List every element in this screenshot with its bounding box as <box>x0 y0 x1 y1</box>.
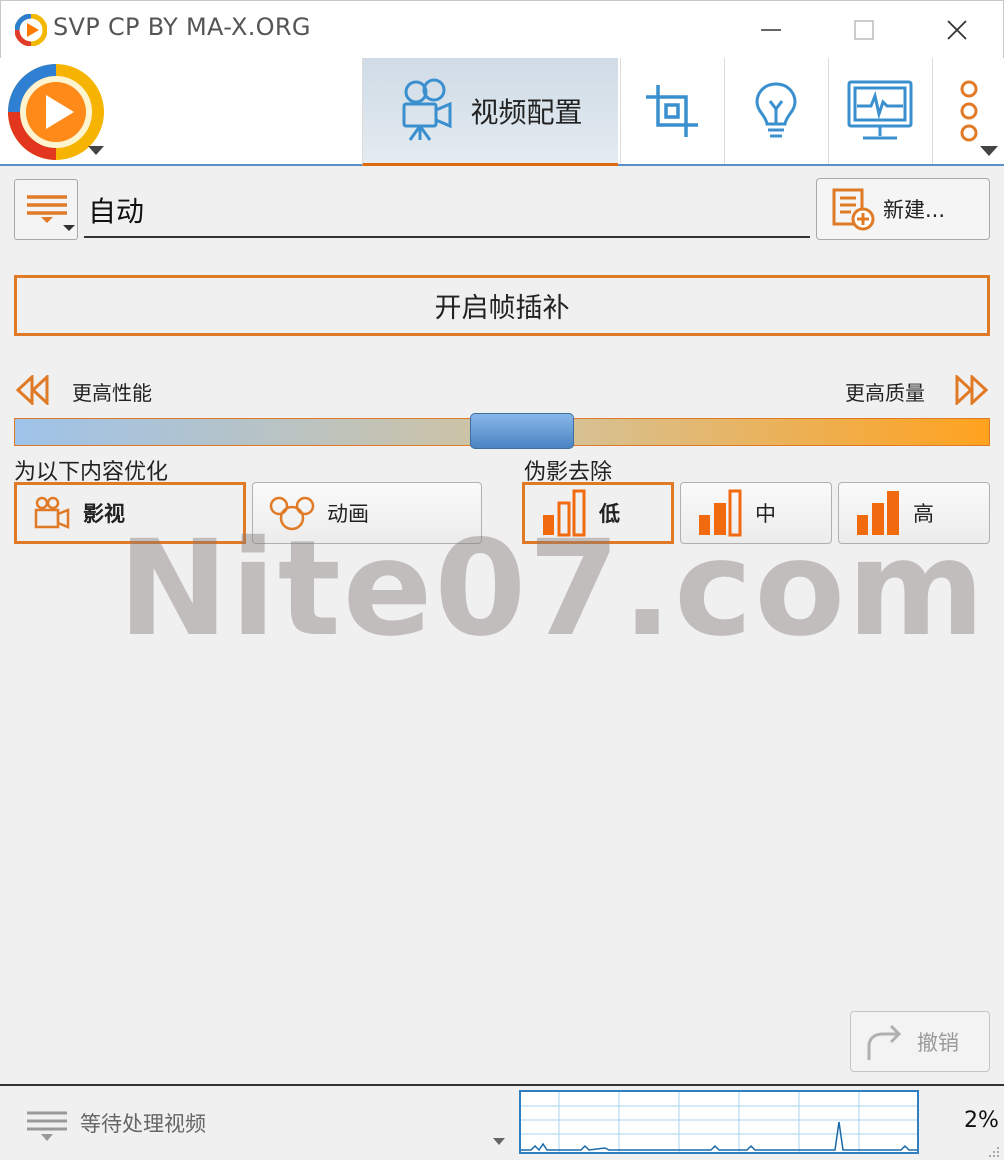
performance-label: 更高性能 <box>72 381 152 405</box>
menu-dropdown-icon <box>63 225 75 231</box>
lightbulb-icon <box>754 82 797 138</box>
window-title: SVP CP BY MA-X.ORG <box>53 13 311 41</box>
new-profile-label: 新建... <box>883 198 946 222</box>
minimize-icon <box>761 29 781 31</box>
monitor-icon <box>847 80 912 140</box>
more-dropdown-icon[interactable] <box>980 146 998 156</box>
resize-grip-icon[interactable] <box>988 1146 1000 1158</box>
undo-button[interactable]: 撤销 <box>850 1011 990 1072</box>
logo-dropdown-icon[interactable] <box>88 146 104 155</box>
cpu-percentage: 2% <box>964 1108 999 1133</box>
tab-video-config[interactable]: 视频配置 <box>362 58 618 166</box>
app-logo-icon <box>15 14 47 46</box>
crop-icon <box>645 85 698 137</box>
close-button[interactable] <box>909 1 1004 59</box>
tab-video-config-label: 视频配置 <box>470 95 583 129</box>
status-text: 等待处理视频 <box>80 1112 206 1136</box>
maximize-button[interactable] <box>816 1 912 59</box>
status-dropdown-icon[interactable] <box>493 1138 505 1145</box>
cpu-usage-graph <box>519 1090 919 1154</box>
quality-label: 更高质量 <box>845 381 925 405</box>
watermark-text: Nite07.com <box>118 512 987 666</box>
quality-slider-thumb[interactable] <box>469 413 574 449</box>
profile-name-field[interactable]: 自动 <box>84 186 810 238</box>
more-icon <box>960 80 977 142</box>
tab-lightbulb[interactable] <box>724 58 826 164</box>
maximize-icon <box>854 20 874 40</box>
undo-label: 撤销 <box>917 1030 959 1055</box>
video-camera-icon <box>402 78 452 141</box>
tab-crop[interactable] <box>620 58 722 164</box>
minimize-button[interactable] <box>723 1 819 59</box>
main-toolbar: 视频配置 <box>0 58 1004 166</box>
new-profile-button[interactable]: 新建... <box>816 178 990 240</box>
menu-lines-icon <box>27 195 67 223</box>
profile-menu-button[interactable] <box>14 179 78 240</box>
title-bar: SVP CP BY MA-X.ORG <box>0 0 1004 58</box>
status-menu-icon[interactable] <box>26 1110 68 1144</box>
enable-interpolation-button[interactable]: 开启帧插补 <box>14 275 990 336</box>
tab-monitor[interactable] <box>828 58 930 164</box>
film-camera-icon <box>34 496 70 529</box>
double-right-arrow-icon[interactable] <box>954 375 988 405</box>
undo-arrow-icon <box>867 1024 902 1060</box>
close-icon <box>947 20 967 40</box>
double-left-arrow-icon[interactable] <box>16 375 50 405</box>
status-bar: 等待处理视频 2% <box>0 1084 1004 1160</box>
new-document-icon <box>832 188 875 231</box>
